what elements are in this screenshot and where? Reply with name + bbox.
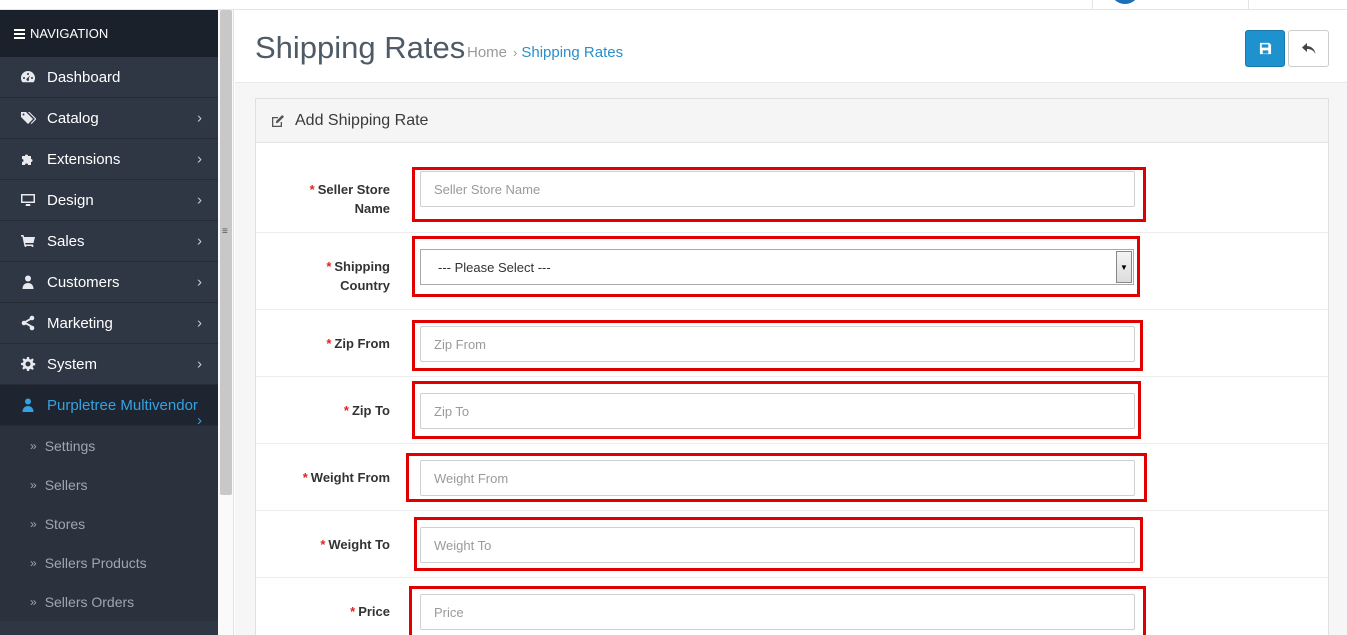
sidebar-item-label: Dashboard	[47, 68, 121, 86]
sidebar-subitem-label: Sellers Products	[44, 554, 147, 571]
price-label: * Price	[350, 604, 390, 619]
chevron-right-icon: ›	[197, 355, 202, 373]
navigation-heading: NAVIGATION	[30, 26, 109, 41]
sidebar-item-label: Design	[47, 191, 94, 209]
tags-icon	[19, 110, 37, 126]
highlight-box-shipping-country	[412, 236, 1140, 297]
sidebar-item-dashboard[interactable]: Dashboard	[0, 57, 218, 98]
monitor-icon	[19, 192, 37, 208]
navigation-header[interactable]: NAVIGATION	[0, 10, 218, 57]
double-chevron-right-icon: »	[30, 477, 37, 492]
required-mark: *	[320, 537, 326, 552]
sidebar: NAVIGATION Dashboard Catalog › Extension…	[0, 10, 218, 635]
sidebar-subitem-settings[interactable]: » Settings	[0, 426, 218, 465]
sidebar-item-label: System	[47, 355, 98, 373]
panel-heading: Add Shipping Rate	[256, 99, 1328, 143]
page-header: Shipping Rates Home › Shipping Rates	[235, 10, 1347, 83]
required-mark: *	[326, 259, 332, 274]
chevron-right-icon: ›	[197, 150, 202, 168]
sidebar-subitem-label: Stores	[44, 515, 86, 532]
breadcrumb-separator-icon: ›	[513, 45, 518, 60]
sidebar-subitem-sellers-orders[interactable]: » Sellers Orders	[0, 582, 218, 621]
shipping-country-label: * Shipping Country	[326, 259, 390, 293]
seller-store-name-label: * Seller Store Name	[309, 182, 390, 216]
weight-to-label: * Weight To	[320, 537, 390, 552]
sidebar-item-label: Customers	[47, 273, 120, 291]
highlight-box-seller-store-name	[412, 167, 1146, 222]
floppy-disk-icon	[1259, 42, 1271, 55]
sidebar-scrollbar[interactable]: ≡	[218, 10, 234, 635]
double-chevron-right-icon: »	[30, 555, 37, 570]
sidebar-subitem-label: Sellers	[44, 476, 88, 493]
chevron-right-icon: ›	[197, 191, 202, 209]
sidebar-item-label: Purpletree Multivendor	[47, 396, 198, 414]
reply-icon	[1301, 42, 1315, 54]
sidebar-item-design[interactable]: Design ›	[0, 180, 218, 221]
header-divider	[1092, 0, 1093, 10]
zip-from-label: * Zip From	[326, 336, 390, 351]
sidebar-item-purpletree-multivendor[interactable]: Purpletree Multivendor ›	[0, 385, 218, 429]
sidebar-item-system[interactable]: System ›	[0, 344, 218, 385]
dashboard-icon	[19, 69, 37, 85]
sidebar-item-label: Catalog	[47, 109, 99, 127]
highlight-box-zip-to	[412, 381, 1141, 439]
edit-icon	[272, 114, 284, 127]
required-mark: *	[302, 470, 308, 485]
weight-from-label: * Weight From	[302, 470, 390, 485]
sidebar-subitem-sellers-products[interactable]: » Sellers Products	[0, 543, 218, 582]
panel-title: Add Shipping Rate	[295, 111, 429, 129]
sidebar-item-catalog[interactable]: Catalog ›	[0, 98, 218, 139]
required-mark: *	[326, 336, 332, 351]
puzzle-icon	[19, 151, 37, 167]
collapse-grip-icon[interactable]: ≡	[222, 226, 228, 237]
required-mark: *	[350, 604, 356, 619]
highlight-box-weight-to	[414, 517, 1143, 571]
gear-icon	[19, 356, 37, 372]
save-button[interactable]	[1245, 30, 1285, 67]
chevron-right-icon: ›	[197, 232, 202, 250]
user-icon	[19, 274, 37, 290]
double-chevron-right-icon: »	[30, 438, 37, 453]
sidebar-item-label: Sales	[47, 232, 85, 250]
user-icon	[19, 397, 37, 413]
required-mark: *	[309, 182, 315, 197]
sidebar-item-sales[interactable]: Sales ›	[0, 221, 218, 262]
breadcrumb-home-link[interactable]: Home	[467, 44, 507, 61]
header-divider	[1248, 0, 1249, 10]
highlight-box-price	[409, 586, 1146, 635]
chevron-right-icon: ›	[197, 273, 202, 291]
required-mark: *	[343, 403, 349, 418]
double-chevron-right-icon: »	[30, 594, 37, 609]
sidebar-item-extensions[interactable]: Extensions ›	[0, 139, 218, 180]
page-title: Shipping Rates	[255, 30, 466, 65]
share-icon	[19, 315, 37, 331]
avatar[interactable]	[1110, 0, 1140, 4]
scrollbar-thumb[interactable]	[220, 10, 232, 495]
menu-bars-icon	[14, 27, 25, 41]
double-chevron-right-icon: »	[30, 516, 37, 531]
breadcrumb-current-link[interactable]: Shipping Rates	[521, 44, 623, 61]
zip-to-label: * Zip To	[343, 403, 390, 418]
sidebar-subitem-stores[interactable]: » Stores	[0, 504, 218, 543]
sidebar-subitem-label: Sellers Orders	[44, 593, 135, 610]
sidebar-item-label: Marketing	[47, 314, 113, 332]
cart-icon	[19, 233, 37, 249]
sidebar-subitem-label: Settings	[44, 437, 96, 454]
breadcrumb: Home › Shipping Rates	[467, 44, 623, 61]
sidebar-item-marketing[interactable]: Marketing ›	[0, 303, 218, 344]
back-button[interactable]	[1288, 30, 1329, 67]
highlight-box-weight-from	[406, 453, 1147, 502]
sidebar-item-customers[interactable]: Customers ›	[0, 262, 218, 303]
chevron-right-icon: ›	[197, 109, 202, 127]
sidebar-subitem-sellers[interactable]: » Sellers	[0, 465, 218, 504]
chevron-down-icon: ›	[197, 412, 202, 429]
chevron-right-icon: ›	[197, 314, 202, 332]
highlight-box-zip-from	[412, 320, 1143, 371]
sidebar-item-label: Extensions	[47, 150, 121, 168]
top-header-bar	[0, 0, 1347, 10]
